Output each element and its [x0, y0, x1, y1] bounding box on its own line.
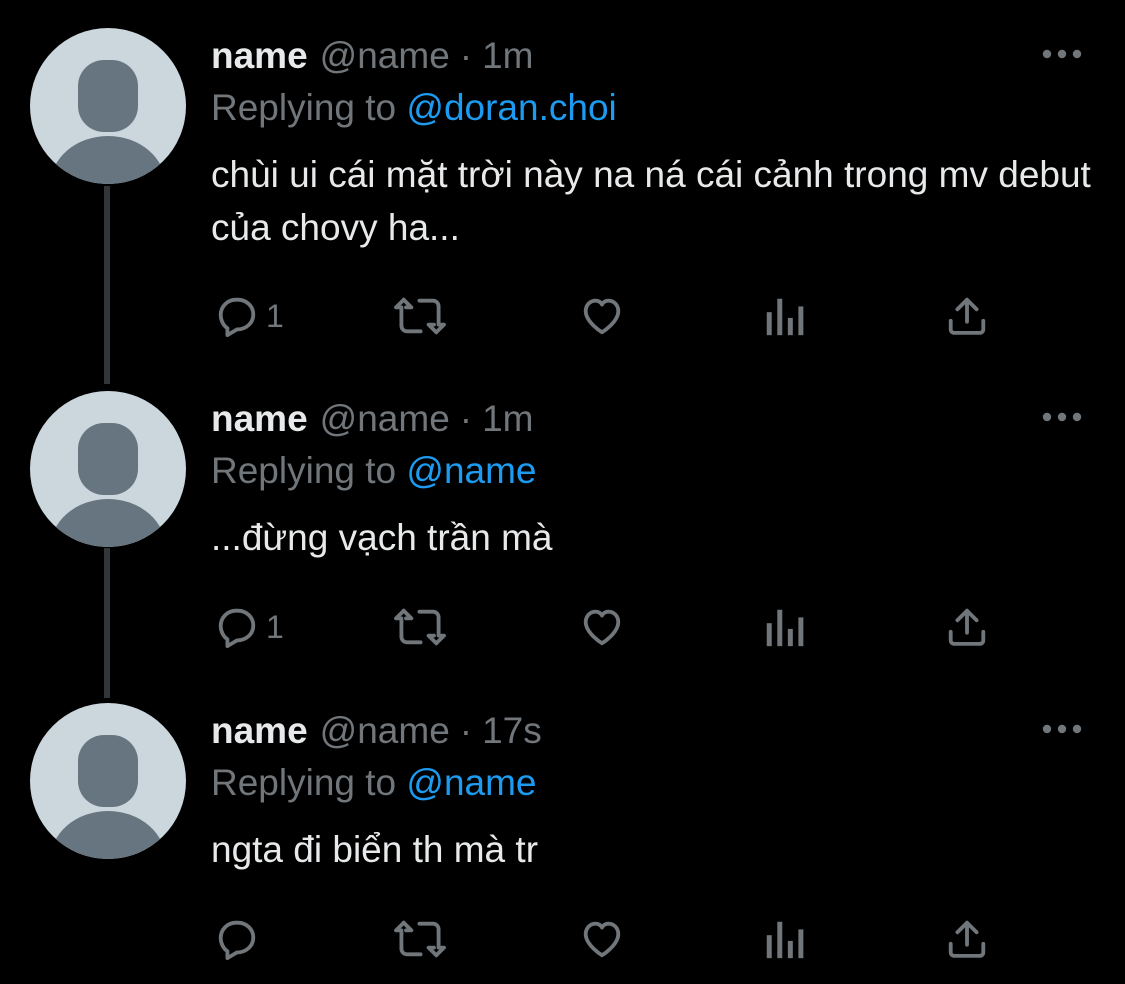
more-icon [1042, 49, 1082, 59]
share-icon [948, 297, 986, 335]
mention-link[interactable]: @name [406, 762, 536, 803]
retweet-icon [394, 297, 446, 335]
analytics-button[interactable] [762, 603, 806, 651]
tweet-text: ...đừng vạch trần mà [211, 517, 553, 558]
default-profile-icon [50, 60, 166, 184]
timestamp[interactable]: 17s [482, 710, 542, 751]
more-button[interactable] [1040, 715, 1084, 743]
retweet-icon [394, 608, 446, 646]
retweet-icon [394, 920, 446, 958]
display-name[interactable]: name [211, 35, 308, 76]
replying-to-label: Replying to [211, 450, 397, 491]
tweet[interactable]: name @name · 1m Replying to @name ...đừng v… [0, 391, 1125, 671]
tweet[interactable]: name @name · 17s Replying to @name ngta đi … [0, 703, 1125, 973]
analytics-icon [766, 298, 804, 336]
avatar[interactable] [30, 28, 186, 184]
user-handle[interactable]: @name [320, 398, 450, 439]
tweet-header: name @name · 1m [211, 34, 534, 78]
analytics-icon [766, 921, 804, 959]
retweet-button[interactable] [392, 292, 448, 340]
display-name[interactable]: name [211, 710, 308, 751]
reply-icon [218, 608, 256, 649]
more-button[interactable] [1040, 403, 1084, 431]
reply-icon [218, 920, 256, 961]
tweet[interactable]: name @name · 1m Replying to @doran.choi chù… [0, 28, 1125, 358]
timestamp[interactable]: 1m [482, 35, 533, 76]
reply-count: 1 [266, 298, 284, 334]
separator-dot: · [459, 35, 473, 76]
like-icon [583, 298, 621, 335]
like-icon [583, 921, 621, 958]
avatar[interactable] [30, 703, 186, 859]
share-button[interactable] [944, 292, 990, 340]
action-bar: 1 [214, 603, 1014, 651]
reply-icon [218, 297, 256, 338]
avatar[interactable] [30, 391, 186, 547]
thread-view: name @name · 1m Replying to @doran.choi chù… [0, 0, 1125, 984]
separator-dot: · [459, 398, 473, 439]
analytics-icon [766, 609, 804, 647]
retweet-button[interactable] [392, 603, 448, 651]
default-profile-icon [50, 735, 166, 859]
action-bar: 1 [214, 292, 1014, 340]
replying-to: Replying to @name [211, 761, 537, 805]
separator-dot: · [459, 710, 473, 751]
share-icon [948, 608, 986, 646]
tweet-header: name @name · 17s [211, 709, 542, 753]
analytics-button[interactable] [762, 292, 806, 340]
mention-link[interactable]: @doran.choi [406, 87, 616, 128]
share-button[interactable] [944, 603, 990, 651]
like-button[interactable] [578, 603, 626, 651]
retweet-button[interactable] [392, 915, 448, 963]
like-icon [583, 609, 621, 646]
mention-link[interactable]: @name [406, 450, 536, 491]
user-handle[interactable]: @name [320, 710, 450, 751]
like-button[interactable] [578, 915, 626, 963]
more-icon [1042, 412, 1082, 422]
replying-to-label: Replying to [211, 87, 397, 128]
like-button[interactable] [578, 292, 626, 340]
share-button[interactable] [944, 915, 990, 963]
replying-to: Replying to @name [211, 449, 537, 493]
share-icon [948, 920, 986, 958]
more-button[interactable] [1040, 40, 1084, 68]
reply-count: 1 [266, 609, 284, 645]
display-name[interactable]: name [211, 398, 308, 439]
tweet-text: chùi ui cái mặt trời này na ná cái cảnh … [211, 154, 1091, 248]
reply-button[interactable] [214, 915, 266, 963]
tweet-header: name @name · 1m [211, 397, 534, 441]
analytics-button[interactable] [762, 915, 806, 963]
action-bar [214, 915, 1014, 963]
tweet-text: ngta đi biển th mà tr [211, 829, 539, 870]
replying-to: Replying to @doran.choi [211, 86, 617, 130]
more-icon [1042, 724, 1082, 734]
user-handle[interactable]: @name [320, 35, 450, 76]
default-profile-icon [50, 423, 166, 547]
replying-to-label: Replying to [211, 762, 397, 803]
timestamp[interactable]: 1m [482, 398, 533, 439]
reply-button[interactable]: 1 [214, 603, 284, 651]
reply-button[interactable]: 1 [214, 292, 284, 340]
